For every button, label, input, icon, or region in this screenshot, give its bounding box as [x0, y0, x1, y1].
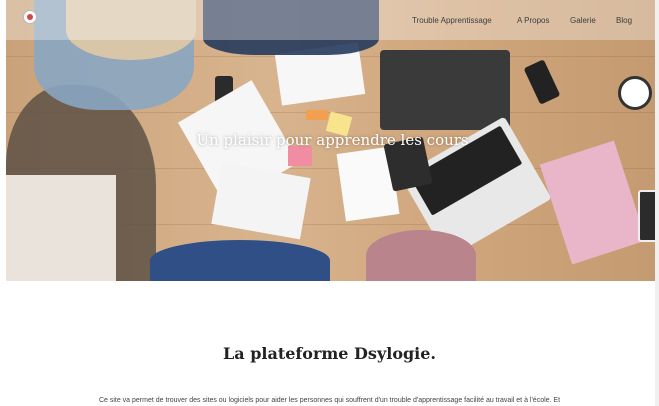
hero-banner: Trouble Apprentissage A Propos Galerie B… — [6, 0, 659, 281]
section-title: La plateforme Dsylogie. — [223, 344, 436, 363]
hero-title: Un plaisir pour apprendre les cours — [196, 131, 469, 149]
site-logo[interactable] — [23, 10, 37, 24]
coffee-cup — [618, 76, 652, 110]
pink-folder — [539, 140, 647, 265]
notebook-bottom — [211, 162, 311, 240]
laptop-closed — [380, 50, 510, 130]
sticky-note-pink — [288, 146, 312, 166]
person-bottom-right — [366, 230, 476, 281]
sticky-note-orange — [306, 110, 328, 120]
nav-link-galerie[interactable]: Galerie — [570, 16, 596, 25]
nav-link-trouble-apprentissage[interactable]: Trouble Apprentissage — [412, 16, 492, 25]
nav-link-blog[interactable]: Blog — [616, 16, 632, 25]
top-navbar: Trouble Apprentissage A Propos Galerie B… — [6, 0, 659, 40]
phone — [523, 59, 561, 105]
nav-link-a-propos[interactable]: A Propos — [517, 16, 549, 25]
person-bottom — [150, 240, 330, 281]
person-left-shirt — [6, 175, 116, 281]
scrollbar[interactable] — [655, 0, 659, 406]
page: Trouble Apprentissage A Propos Galerie B… — [0, 0, 659, 406]
intro-text: Ce site va permet de trouver des sites o… — [98, 397, 561, 404]
